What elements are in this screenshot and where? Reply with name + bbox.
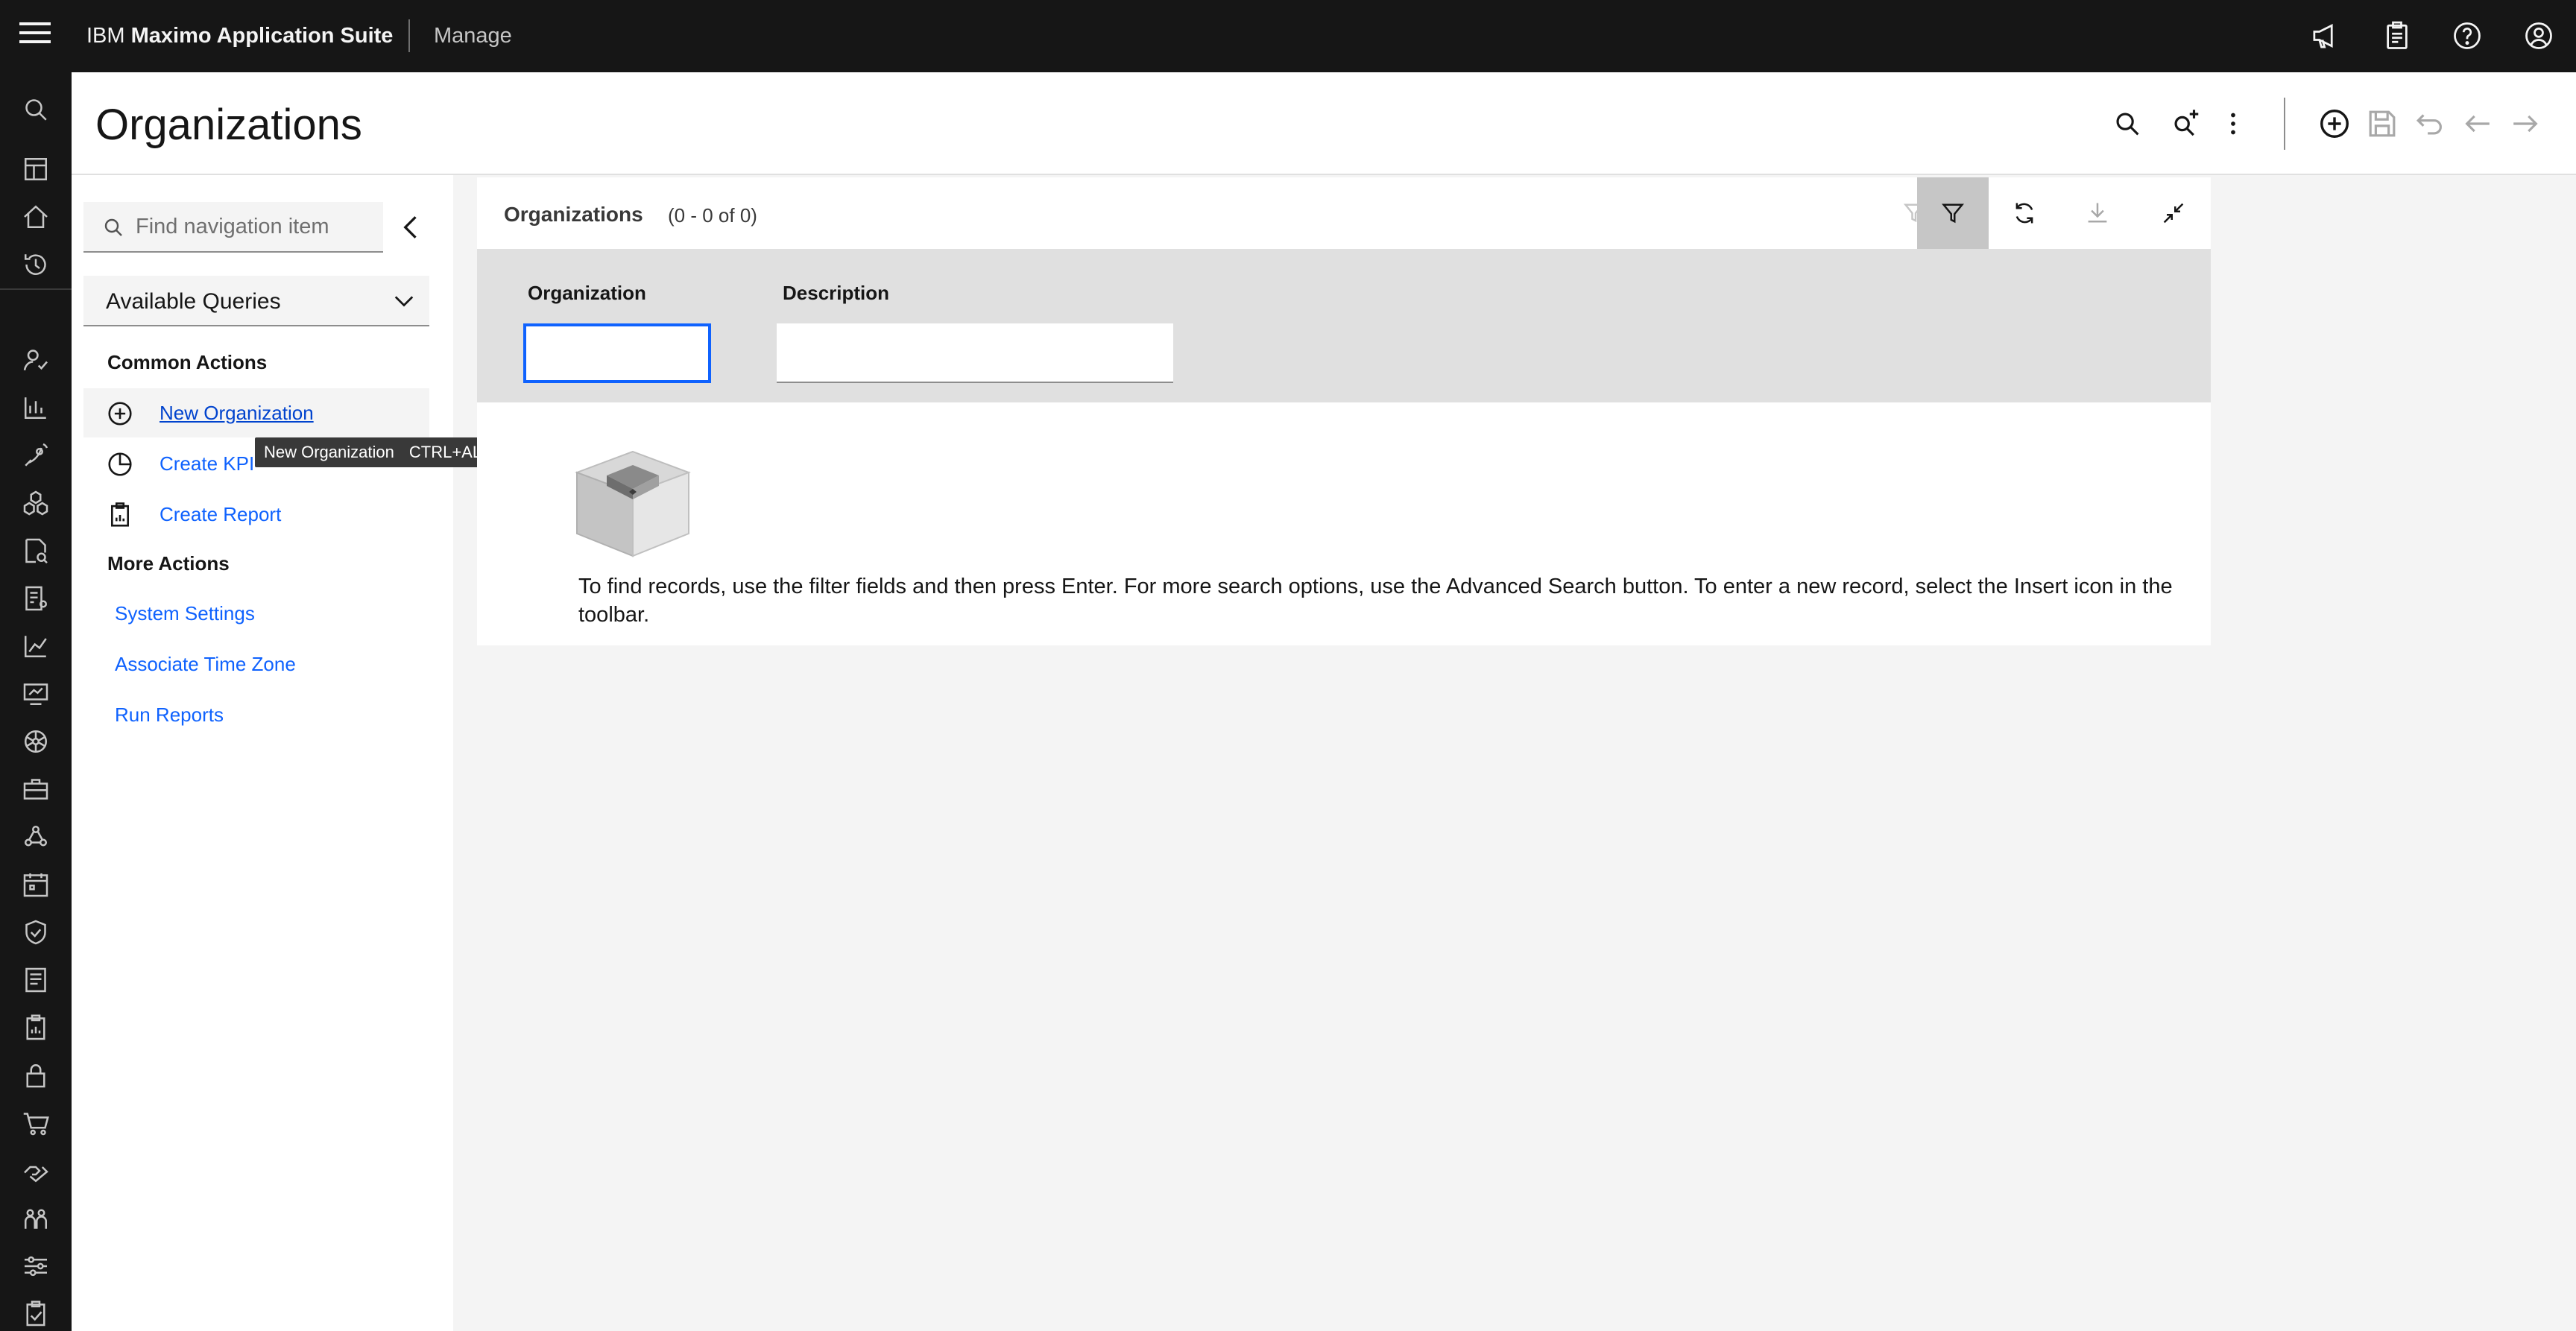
table-record-count: (0 - 0 of 0) <box>668 204 757 227</box>
chevron-left-icon <box>403 216 417 238</box>
contracts-icon[interactable] <box>21 965 51 995</box>
empty-box-icon <box>571 446 695 559</box>
description-filter-input[interactable] <box>777 323 1173 383</box>
collapse-icon <box>2163 203 2184 224</box>
download-button[interactable] <box>2062 177 2133 249</box>
settings-wheel-icon[interactable] <box>21 727 51 756</box>
inventory-icon[interactable] <box>21 584 51 613</box>
monitor-icon[interactable] <box>21 679 51 709</box>
create-report-action[interactable]: Create Report <box>83 490 429 539</box>
search-icon <box>104 218 122 236</box>
add-circle-icon <box>108 402 132 426</box>
home-icon[interactable] <box>21 202 51 232</box>
configuration-icon[interactable] <box>21 1251 51 1281</box>
chevron-down-icon <box>394 296 414 307</box>
save-icon[interactable] <box>2365 107 2399 141</box>
dashboard-icon[interactable] <box>21 154 51 184</box>
filter-button[interactable] <box>1917 177 1989 249</box>
service-icon[interactable] <box>21 1156 51 1186</box>
user-avatar-icon[interactable] <box>2522 19 2555 52</box>
available-queries-label: Available Queries <box>106 289 281 314</box>
collapse-panel-button[interactable] <box>395 211 428 244</box>
header-divider <box>2284 98 2285 150</box>
navigation-panel: Available Queries Common Actions New Org… <box>72 175 453 1331</box>
new-organization-link[interactable]: New Organization <box>160 400 314 426</box>
help-icon[interactable] <box>2451 19 2484 52</box>
page-title: Organizations <box>95 101 362 149</box>
side-rail <box>0 72 72 1331</box>
pie-chart-icon <box>108 452 132 476</box>
nav-search-input[interactable] <box>136 209 374 244</box>
available-queries-dropdown[interactable]: Available Queries <box>83 276 429 326</box>
column-header-description[interactable]: Description <box>783 280 889 306</box>
filter-icon <box>1942 203 1964 224</box>
previous-icon[interactable] <box>2460 107 2495 141</box>
work-icon[interactable] <box>21 345 51 375</box>
undo-icon[interactable] <box>2413 107 2447 141</box>
overflow-menu-icon[interactable] <box>2216 107 2250 141</box>
refresh-button[interactable] <box>1989 177 2060 249</box>
table-title: Organizations <box>504 203 643 226</box>
organizations-table: Organizations (0 - 0 of 0) Organization … <box>477 177 2211 645</box>
more-actions-heading: More Actions <box>107 552 230 575</box>
top-bar: IBM Maximo Application Suite Manage <box>0 0 2576 72</box>
rail-divider <box>0 288 72 290</box>
inspection-icon[interactable] <box>21 536 51 566</box>
reports-icon[interactable] <box>21 1013 51 1043</box>
page-header: Organizations <box>72 72 2576 175</box>
download-icon <box>2088 203 2107 223</box>
refresh-icon <box>2015 203 2033 224</box>
checklist-icon[interactable] <box>21 1299 51 1329</box>
clipboard-icon[interactable] <box>2381 19 2414 52</box>
create-report-link[interactable]: Create Report <box>160 502 281 527</box>
advanced-search-icon[interactable] <box>2168 107 2203 141</box>
brand-divider <box>408 19 410 52</box>
safety-icon[interactable] <box>21 917 51 947</box>
brand-name: Maximo Application Suite <box>130 24 394 48</box>
search-icon[interactable] <box>21 95 51 124</box>
report-icon <box>111 502 129 527</box>
analytics-icon[interactable] <box>21 393 51 423</box>
create-kpi-link[interactable]: Create KPI <box>160 451 254 476</box>
chart-icon[interactable] <box>21 631 51 661</box>
collapse-table-button[interactable] <box>2138 177 2209 249</box>
new-organization-action[interactable]: New Organization <box>83 388 429 437</box>
empty-state-message: To find records, use the filter fields a… <box>578 575 2173 627</box>
satellite-icon[interactable] <box>21 440 51 470</box>
tooltip-label: New Organization <box>264 443 394 461</box>
search-icon[interactable] <box>2110 107 2144 141</box>
nav-search[interactable] <box>83 202 383 253</box>
column-header-organization[interactable]: Organization <box>528 280 646 306</box>
menu-icon[interactable] <box>19 22 51 49</box>
app-name: Manage <box>434 24 512 48</box>
recent-icon[interactable] <box>21 250 51 279</box>
assets-icon[interactable] <box>21 488 51 518</box>
announcement-icon[interactable] <box>2309 19 2342 52</box>
people-icon[interactable] <box>21 1204 51 1233</box>
brand-prefix: IBM <box>86 24 125 48</box>
next-icon[interactable] <box>2508 107 2542 141</box>
system-settings-link[interactable]: System Settings <box>115 601 255 626</box>
tools-icon[interactable] <box>21 774 51 804</box>
organization-filter-input[interactable] <box>523 323 711 383</box>
planning-icon[interactable] <box>21 870 51 900</box>
security-icon[interactable] <box>21 1060 51 1090</box>
filter-row: Organization Description <box>477 249 2211 402</box>
purchasing-icon[interactable] <box>21 1108 51 1138</box>
associate-time-zone-link[interactable]: Associate Time Zone <box>115 651 296 677</box>
network-icon[interactable] <box>21 822 51 852</box>
common-actions-heading: Common Actions <box>107 351 268 373</box>
add-icon[interactable] <box>2317 107 2352 141</box>
brand: IBM Maximo Application Suite <box>86 22 393 49</box>
run-reports-link[interactable]: Run Reports <box>115 702 224 727</box>
